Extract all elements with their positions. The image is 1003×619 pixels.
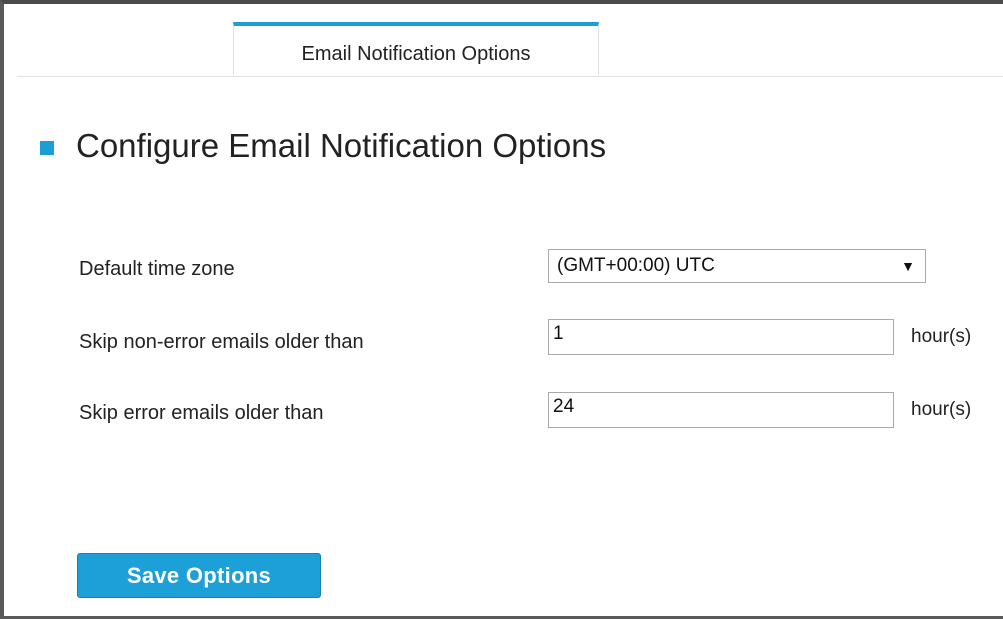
skip-non-error-unit: hour(s) — [911, 326, 972, 347]
skip-error-unit: hour(s) — [911, 399, 972, 420]
tab-email-notification-options[interactable]: Email Notification Options — [233, 22, 599, 76]
time-zone-selected-value: (GMT+00:00) UTC — [557, 255, 715, 276]
tab-bar: Email Notification Options — [17, 22, 1003, 77]
section-title: Configure Email Notification Options — [76, 127, 607, 164]
settings-panel: Email Notification Options Configure Ema… — [0, 0, 1003, 619]
time-zone-select[interactable]: (GMT+00:00) UTC ▼ — [548, 249, 926, 283]
dropdown-arrow-icon: ▼ — [901, 258, 915, 274]
skip-non-error-label: Skip non-error emails older than — [79, 331, 364, 353]
skip-non-error-hours-input[interactable] — [548, 319, 894, 355]
save-options-button[interactable]: Save Options — [77, 553, 321, 598]
skip-error-hours-input[interactable] — [548, 392, 894, 428]
skip-error-label: Skip error emails older than — [79, 402, 324, 424]
section-header: Configure Email Notification Options — [40, 122, 606, 170]
time-zone-label: Default time zone — [79, 258, 235, 280]
section-bullet-icon — [40, 141, 54, 155]
